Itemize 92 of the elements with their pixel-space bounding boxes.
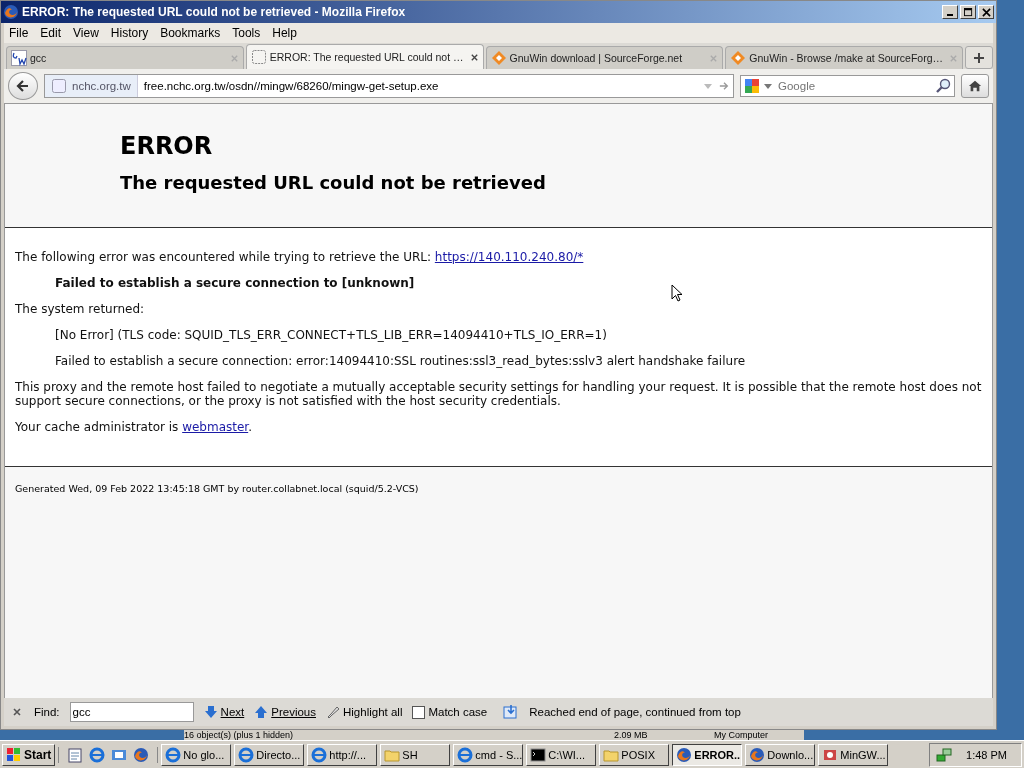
taskbar-button[interactable]: Downlo... [745, 743, 816, 766]
mouse-cursor-icon [671, 284, 683, 302]
find-field[interactable]: gcc [69, 702, 194, 722]
status-text: 2.09 MB [614, 730, 649, 740]
returned-label: The system returned: [15, 302, 146, 316]
match-case-label: Match case [428, 706, 488, 718]
home-icon [968, 78, 982, 94]
highlight-all-button[interactable]: Highlight all [326, 705, 403, 719]
status-text: 16 object(s) (plus 1 hidden) [184, 730, 295, 740]
error-detail: [No Error] (TLS code: SQUID_TLS_ERR_CONNECT+TLS_LIB_ERR=14094410+TLS_IO_ERR=1) [55, 328, 608, 342]
clock: 1:48 PM [966, 748, 1007, 761]
maximize-button[interactable] [960, 5, 976, 19]
plus-icon [973, 51, 986, 64]
dropdown-icon[interactable] [763, 81, 773, 91]
browser-tab[interactable]: GnuWin download | SourceForge.net [485, 46, 724, 69]
site-identity[interactable]: nchc.org.tw [45, 75, 138, 97]
address-bar[interactable]: nchc.org.tw free.nchc.org.tw/osdn//mingw/68260/mingw-get-setup.exe [44, 74, 734, 98]
back-button[interactable] [8, 72, 38, 100]
previous-button[interactable]: Previous [254, 705, 316, 719]
taskbar-button[interactable]: No glo... [161, 743, 232, 766]
window-title: ERROR: The requested URL could not be retrieved - Mozilla Firefox [22, 5, 407, 19]
menu-item[interactable]: View [68, 26, 104, 40]
ie-icon [311, 746, 328, 763]
webmaster-link[interactable]: webmaster [182, 420, 249, 434]
find-status: Reached end of page, continued from top [529, 706, 741, 718]
error-detail: Failed to establish a secure connection: error:14094410:SSL routines:ssl3_read_bytes:sslv3 alert handshake failure [55, 354, 747, 368]
taskbar-button[interactable]: POSIX [599, 743, 670, 766]
taskbar-button[interactable]: MinGW... [818, 743, 889, 766]
close-find-icon[interactable] [12, 707, 22, 717]
taskbar-button[interactable]: ERROR... [672, 743, 743, 766]
up-arrow-icon [254, 705, 269, 719]
intro-text: The following error was encountered while trying to retrieve the URL: https://140.110.240.80/* [15, 250, 585, 264]
maximize-icon [963, 7, 973, 17]
back-arrow-icon [15, 78, 31, 94]
ie-icon [457, 746, 474, 763]
go-arrow-icon[interactable] [719, 81, 729, 91]
search-bar[interactable]: Google [740, 75, 955, 97]
menu-item[interactable]: File [4, 26, 34, 40]
taskbar-button[interactable]: http://... [307, 743, 378, 766]
close-icon [981, 7, 991, 17]
url-link[interactable]: https://140.110.240.80/* [434, 250, 584, 264]
diamond-icon [730, 50, 747, 66]
gw-icon [11, 50, 27, 66]
taskbar-button[interactable]: Directo... [234, 743, 305, 766]
ie-icon [238, 746, 255, 763]
footer-text: Generated Wed, 09 Feb 2022 13:45:18 GMT by router.collabnet.local (squid/5.2-VCS) [15, 483, 419, 494]
next-button[interactable]: Next [203, 705, 245, 719]
taskbar-button[interactable]: SH [380, 743, 451, 766]
google-icon [744, 78, 760, 94]
admin-text: Your cache administrator is webmaster. [15, 420, 253, 434]
error-heading: ERROR [120, 132, 214, 160]
page-icon [51, 78, 67, 94]
search-icon[interactable] [935, 78, 951, 94]
ie-icon[interactable] [89, 746, 106, 763]
menu-item[interactable]: Help [267, 26, 302, 40]
page-icon [250, 49, 267, 65]
error-subheading: The requested URL could not be retrieved [120, 172, 547, 193]
minimize-icon [947, 14, 953, 16]
start-button[interactable]: Start [2, 743, 56, 766]
find-label: Find: [34, 706, 60, 718]
firefox-icon [3, 4, 19, 20]
close-tab-icon[interactable] [469, 52, 479, 62]
windows-logo-icon [6, 746, 22, 763]
browser-tab[interactable]: GnuWin - Browse /make at SourceForg… [725, 46, 964, 69]
close-button[interactable] [978, 5, 994, 19]
menu-item[interactable]: Bookmarks [155, 26, 226, 40]
wrap-icon [503, 704, 520, 720]
firefox-icon [749, 746, 766, 763]
ie-icon [165, 746, 182, 763]
taskbar-button[interactable]: C:\WI... [526, 743, 597, 766]
firefox-icon[interactable] [133, 746, 150, 763]
down-arrow-icon [203, 705, 218, 719]
taskbar-button[interactable]: cmd - S... [453, 743, 524, 766]
explanation-text: This proxy and the remote host failed to negotiate a mutually acceptable security settings for handling your request. It is possible that the remote host does not support secure connections, or the proxy is not satisfied with the host security credentials. [15, 380, 982, 408]
menu-item[interactable]: Tools [227, 26, 266, 40]
highlighter-icon [326, 705, 340, 719]
diamond-icon [490, 50, 507, 66]
match-case-checkbox[interactable] [412, 705, 426, 719]
menu-item[interactable]: Edit [35, 26, 67, 40]
menu-item[interactable]: History [105, 26, 154, 40]
terminal-icon [530, 746, 547, 763]
url-text: free.nchc.org.tw/osdn//mingw/68260/mingw-get-setup.exe [143, 80, 440, 92]
new-tab-button[interactable] [965, 46, 993, 69]
firefox-icon [676, 746, 693, 763]
status-text: My Computer [714, 730, 768, 740]
browser-tab[interactable]: ERROR: The requested URL could not … [245, 44, 484, 69]
error-message: Failed to establish a secure connection to [unknown] [55, 276, 416, 290]
browser-tab[interactable]: gcc [6, 46, 244, 69]
home-button[interactable] [961, 74, 989, 98]
minimize-button[interactable] [942, 5, 958, 19]
notepad-icon[interactable] [67, 746, 84, 763]
network-icon[interactable] [936, 746, 953, 763]
